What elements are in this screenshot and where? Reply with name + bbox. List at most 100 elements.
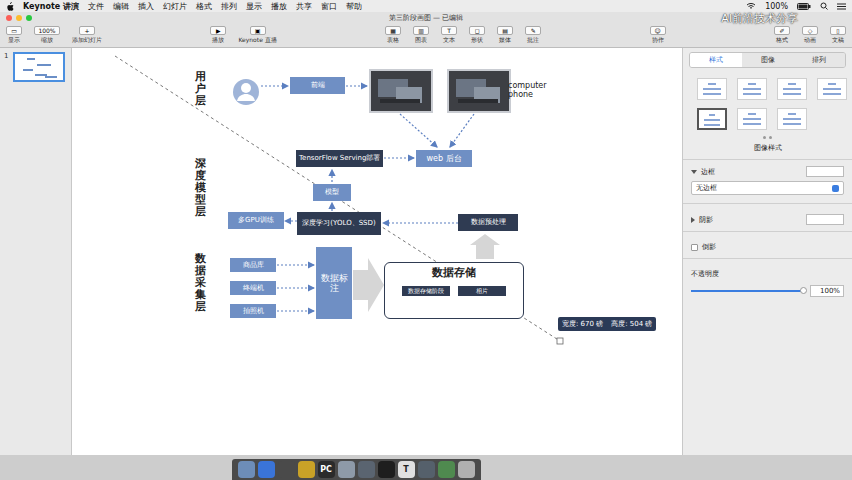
disclosure-icon[interactable]: [691, 170, 697, 174]
dock-app[interactable]: [278, 461, 295, 478]
style-preset[interactable]: [817, 78, 847, 100]
diagram-node[interactable]: TensorFlow Serving部署: [296, 150, 383, 167]
dock-app[interactable]: [418, 461, 435, 478]
toolbar-button[interactable]: ✐格式: [774, 26, 790, 45]
diagram-node[interactable]: 多GPU训练: [228, 212, 284, 229]
slide-row[interactable]: 1: [4, 52, 67, 82]
dock-app[interactable]: [458, 461, 475, 478]
border-section[interactable]: 边框: [683, 160, 852, 179]
toolbar-button[interactable]: ✎批注: [525, 26, 541, 45]
dock-app[interactable]: [338, 461, 355, 478]
diagram-node[interactable]: 数据标注: [316, 247, 352, 319]
toolbar-button[interactable]: 100%缩放: [34, 26, 60, 45]
reflection-checkbox[interactable]: [691, 244, 698, 251]
slide-canvas[interactable]: 用户层深度模型层数据采集层前端computer phoneTensorFlow …: [72, 48, 682, 455]
border-swatch[interactable]: [806, 166, 844, 177]
menu-item[interactable]: 帮助: [346, 1, 362, 12]
dock-app[interactable]: [298, 461, 315, 478]
slide-thumbnail[interactable]: [13, 52, 65, 82]
toolbar-label: 图表: [415, 36, 427, 45]
device-image: [452, 73, 506, 109]
menu-item[interactable]: 插入: [138, 1, 154, 12]
toolbar-button[interactable]: ▣Keynote 直播: [238, 26, 276, 45]
toolbar: ▭显示 100%缩放 +添加幻灯片 ▶播放 ▣Keynote 直播 ▦表格 ▥图表 T文本 ◻形…: [0, 23, 852, 48]
diagram-node[interactable]: 深度学习(YOLO、SSD): [297, 212, 381, 235]
toolbar-button[interactable]: +添加幻灯片: [72, 26, 102, 45]
toolbar-label: 媒体: [499, 36, 511, 45]
menu-item[interactable]: 格式: [196, 1, 212, 12]
dock-app[interactable]: [358, 461, 375, 478]
inspector-tab[interactable]: 图像: [742, 53, 794, 67]
opacity-reading[interactable]: 100%: [810, 285, 844, 297]
toolbar-label: 播放: [212, 36, 224, 45]
toolbar-button[interactable]: ▭显示: [6, 26, 22, 45]
style-preset[interactable]: [737, 78, 767, 100]
storage-group[interactable]: 数据存储数据存储阶段相片: [384, 262, 524, 319]
close-button[interactable]: [6, 15, 12, 21]
toolbar-button[interactable]: T文本: [441, 26, 457, 45]
toolbar-button[interactable]: ▶播放: [210, 26, 226, 45]
toolbar-button[interactable]: ▥图表: [413, 26, 429, 45]
toolbar-button[interactable]: ☺协作: [650, 26, 666, 45]
toolbar-button[interactable]: ▤媒体: [497, 26, 513, 45]
diagram-node[interactable]: 商品库: [230, 258, 276, 272]
inspector-tab[interactable]: 排列: [793, 53, 845, 67]
diagram-node[interactable]: 模型: [313, 184, 351, 201]
dock-app[interactable]: PC: [318, 461, 335, 478]
diagram-node[interactable]: 拍照机: [230, 304, 276, 318]
toolbar-button[interactable]: ▦表格: [385, 26, 401, 45]
toolbar-group: ✐格式 ◇动画 ▯文稿: [774, 26, 846, 45]
menu-icon: [837, 3, 846, 10]
menu-item[interactable]: 文件: [88, 1, 104, 12]
user-icon[interactable]: [232, 78, 260, 106]
style-preset[interactable]: [777, 108, 807, 130]
toolbar-button[interactable]: ◇动画: [802, 26, 818, 45]
menu-item[interactable]: 排列: [221, 1, 237, 12]
style-preset[interactable]: [697, 108, 727, 130]
shadow-swatch[interactable]: [806, 214, 844, 225]
diagram-node[interactable]: web 后台: [416, 150, 472, 167]
menu-item[interactable]: 窗口: [321, 1, 337, 12]
style-preset[interactable]: [777, 78, 807, 100]
disclosure-icon[interactable]: [691, 217, 695, 223]
menu-item[interactable]: 播放: [271, 1, 287, 12]
menu-item[interactable]: 显示: [246, 1, 262, 12]
menu-item[interactable]: 幻灯片: [163, 1, 187, 12]
dock-app[interactable]: [238, 461, 255, 478]
slide-navigator: 1: [0, 48, 72, 455]
zoom-value[interactable]: 100%: [38, 27, 55, 34]
menu-item[interactable]: 共享: [296, 1, 312, 12]
diagram-node[interactable]: 终端机: [230, 281, 276, 295]
dock-app[interactable]: [378, 461, 395, 478]
app-menu[interactable]: Keynote 讲演: [23, 1, 79, 12]
diagram-node[interactable]: 前端: [290, 77, 345, 94]
storage-item[interactable]: 数据存储阶段: [402, 286, 450, 296]
toolbar-icon: ✐: [774, 26, 790, 35]
zoom-button[interactable]: [26, 15, 32, 21]
dock-app[interactable]: T: [398, 461, 415, 478]
menu-item[interactable]: 编辑: [113, 1, 129, 12]
opacity-track[interactable]: [691, 290, 804, 292]
border-dropdown[interactable]: 无边框: [691, 181, 844, 195]
device-photo[interactable]: [447, 69, 511, 113]
apple-icon: [6, 2, 14, 11]
minimize-button[interactable]: [16, 15, 22, 21]
toolbar-icon: ✎: [525, 26, 541, 35]
style-preset[interactable]: [737, 108, 767, 130]
dock-app[interactable]: [438, 461, 455, 478]
inspector-tab[interactable]: 样式: [690, 53, 742, 67]
reflection-row[interactable]: 倒影: [683, 236, 852, 254]
toolbar-button[interactable]: ◻形状: [469, 26, 485, 45]
dock-app[interactable]: [258, 461, 275, 478]
device-photo[interactable]: [369, 69, 433, 113]
toolbar-button[interactable]: ▯文稿: [830, 26, 846, 45]
device-image: [374, 73, 428, 109]
device-caption[interactable]: computer phone: [505, 78, 565, 102]
diagram-node[interactable]: 数据预处理: [458, 214, 518, 231]
opacity-knob[interactable]: [800, 287, 807, 294]
toolbar-icon: ▦: [385, 26, 401, 35]
shadow-section[interactable]: 阴影: [683, 208, 852, 227]
chevron-icon: [832, 185, 839, 192]
style-preset[interactable]: [697, 78, 727, 100]
storage-item[interactable]: 相片: [458, 286, 506, 296]
